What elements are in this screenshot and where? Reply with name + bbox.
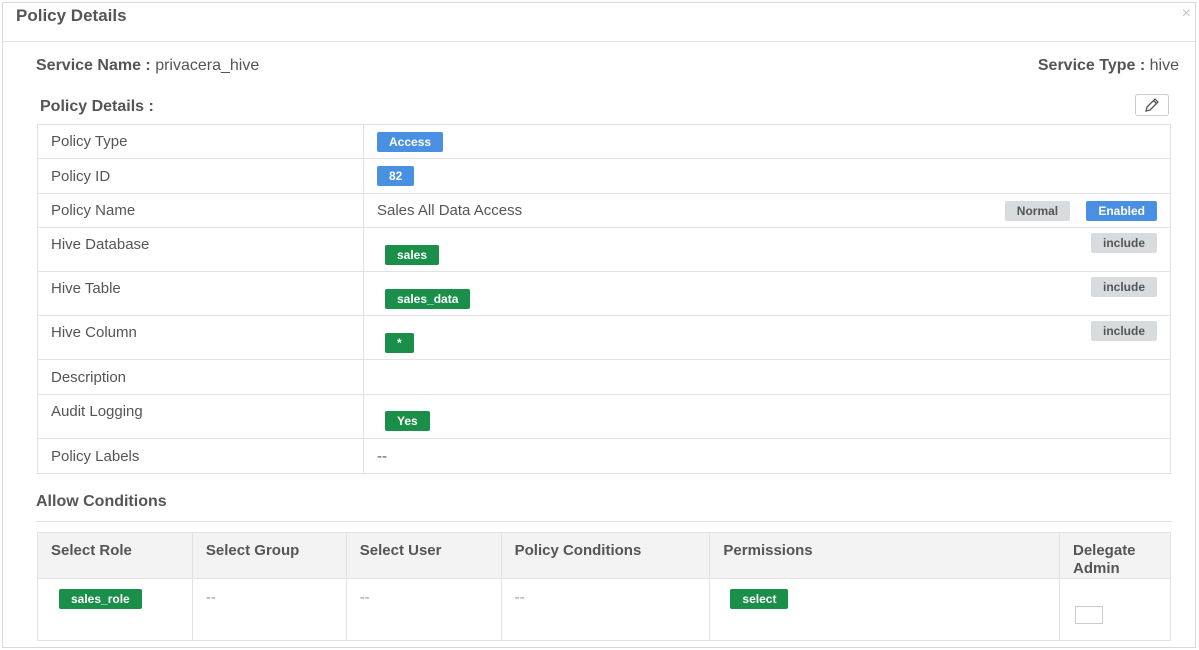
- allow-conditions-table: Select Role Select Group Select User Pol…: [37, 532, 1171, 641]
- pencil-icon: [1145, 98, 1159, 112]
- role-cell: sales_role: [37, 578, 193, 641]
- modal-title: Policy Details: [16, 6, 127, 25]
- row-value: 82: [363, 158, 1171, 194]
- row-value: sales_data include: [363, 271, 1171, 316]
- permission-tag: select: [730, 589, 789, 609]
- service-name-value: privacera_hive: [155, 57, 260, 74]
- table-row: Policy ID 82: [37, 158, 1171, 194]
- allow-conditions-heading: Allow Conditions: [36, 493, 167, 510]
- column-header: Select Group: [191, 532, 347, 579]
- row-label: Policy Name: [37, 193, 364, 228]
- hive-database-tag: sales: [385, 244, 440, 265]
- policy-name-value: Sales All Data Access: [377, 202, 523, 219]
- column-header: Select Role: [37, 532, 193, 579]
- column-header: Delegate Admin: [1059, 532, 1171, 579]
- audit-logging-badge: Yes: [385, 410, 430, 431]
- row-label: Hive Table: [37, 271, 364, 316]
- policy-id-badge: 82: [377, 166, 415, 186]
- policy-details-heading: Policy Details :: [40, 98, 154, 115]
- table-row: Audit Logging Yes: [37, 394, 1171, 439]
- divider: [36, 521, 1172, 522]
- status-badge: Enabled: [1086, 200, 1157, 221]
- include-badge: include: [1090, 320, 1157, 341]
- user-cell: --: [345, 578, 502, 641]
- delegate-admin-cell: [1059, 578, 1171, 641]
- service-name-label: Service Name :: [36, 57, 151, 74]
- policy-details-table: Policy Type Access Policy ID 82 Policy N…: [37, 124, 1171, 474]
- row-label: Hive Database: [37, 227, 364, 272]
- row-label: Policy Labels: [37, 438, 364, 474]
- hive-table-tag: sales_data: [385, 288, 471, 309]
- row-label: Policy ID: [37, 158, 364, 194]
- close-icon[interactable]: ×: [1182, 5, 1191, 23]
- row-value: Yes: [363, 394, 1171, 439]
- table-row: Policy Name Sales All Data Access Normal…: [37, 193, 1171, 228]
- row-value: Access: [363, 124, 1171, 159]
- hive-column-tag: *: [385, 332, 414, 353]
- permissions-cell: select: [709, 578, 1060, 641]
- table-row: Hive Table sales_data include: [37, 271, 1171, 316]
- row-label: Policy Type: [37, 124, 364, 159]
- role-tag: sales_role: [59, 589, 142, 609]
- priority-badge: Normal: [1004, 200, 1071, 221]
- delegate-admin-checkbox[interactable]: [1075, 606, 1103, 624]
- row-value: Sales All Data Access Normal Enabled: [363, 193, 1171, 228]
- service-name: Service Name : privacera_hive: [36, 57, 259, 75]
- row-label: Audit Logging: [37, 394, 364, 439]
- table-row: Policy Labels --: [37, 438, 1171, 474]
- service-type-value: hive: [1149, 57, 1179, 74]
- table-row: Hive Database sales include: [37, 227, 1171, 272]
- row-label: Hive Column: [37, 315, 364, 360]
- table-row: Description: [37, 359, 1171, 395]
- service-type-label: Service Type :: [1037, 57, 1146, 74]
- row-value: sales include: [363, 227, 1171, 272]
- policy-type-badge: Access: [377, 131, 444, 152]
- edit-button[interactable]: [1135, 94, 1169, 116]
- row-value: * include: [363, 315, 1171, 360]
- group-cell: --: [191, 578, 347, 641]
- column-header: Policy Conditions: [500, 532, 711, 579]
- conditions-cell: --: [500, 578, 711, 641]
- table-header-row: Select Role Select Group Select User Pol…: [37, 532, 1171, 579]
- table-row: Policy Type Access: [37, 124, 1171, 159]
- column-header: Permissions: [709, 532, 1060, 579]
- service-type: Service Type : hive: [1038, 57, 1179, 75]
- column-header: Select User: [345, 532, 502, 579]
- table-row: sales_role -- -- -- select: [37, 578, 1171, 641]
- table-row: Hive Column * include: [37, 315, 1171, 360]
- description-value: [363, 359, 1171, 395]
- row-label: Description: [37, 359, 364, 395]
- include-badge: include: [1090, 276, 1157, 297]
- modal-header: Policy Details ×: [3, 3, 1195, 42]
- policy-labels-value: --: [363, 438, 1171, 474]
- include-badge: include: [1090, 232, 1157, 253]
